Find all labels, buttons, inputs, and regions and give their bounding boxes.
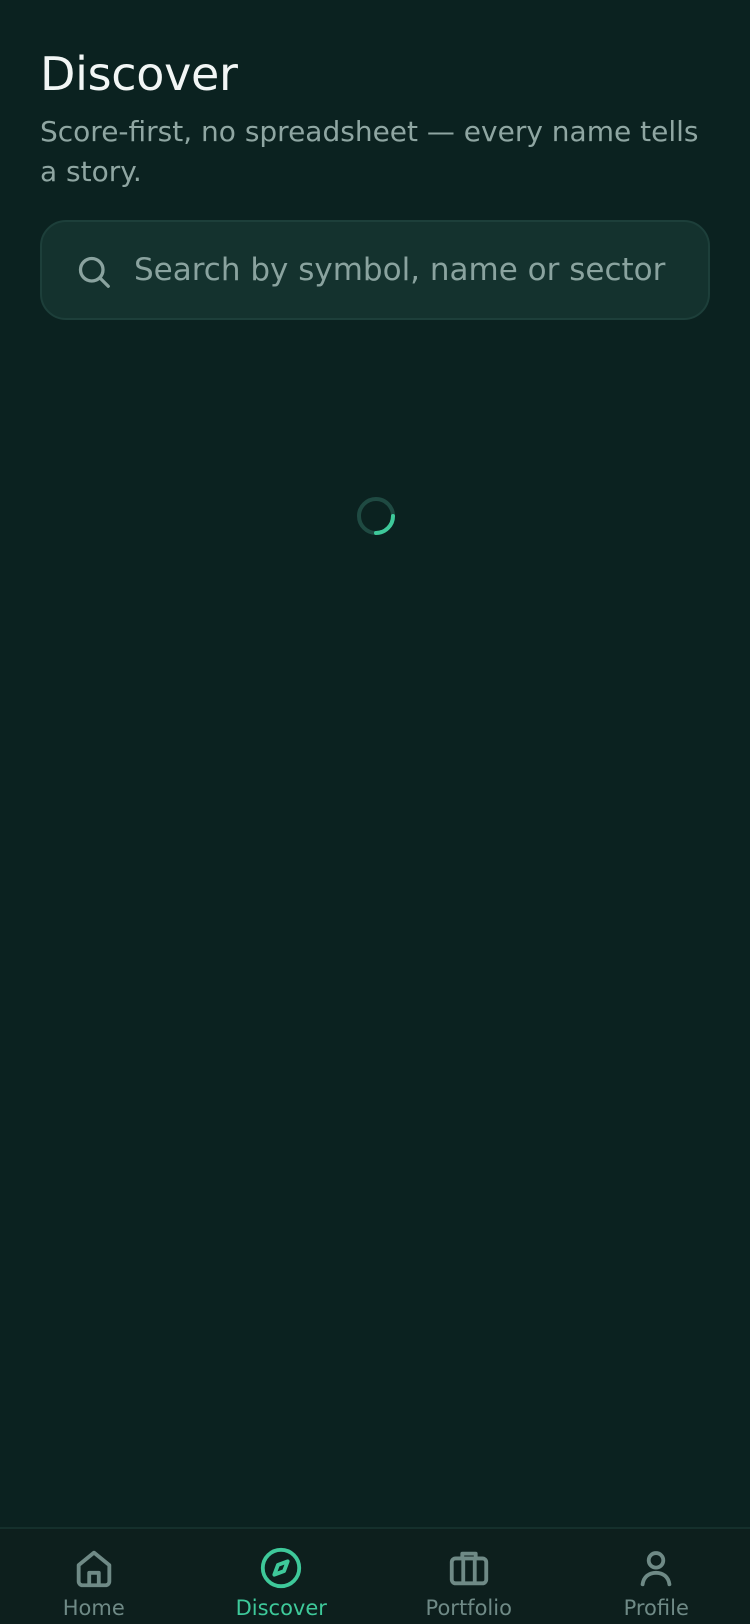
page-subtitle: Score-first, no spreadsheet — every name… bbox=[40, 115, 699, 188]
discover-screen: Discover Score-first, no spreadsheet — e… bbox=[0, 0, 750, 1624]
tab-profile-label: Profile bbox=[623, 1596, 689, 1620]
compass-icon bbox=[261, 1547, 302, 1589]
page-header: Discover Score-first, no spreadsheet — e… bbox=[40, 44, 710, 192]
user-icon bbox=[640, 1551, 672, 1587]
home-icon bbox=[76, 1550, 112, 1588]
tab-discover-label: Discover bbox=[235, 1596, 327, 1620]
tab-portfolio[interactable]: Portfolio bbox=[375, 1529, 563, 1624]
search-icon bbox=[78, 256, 110, 288]
tab-discover[interactable]: Discover bbox=[188, 1529, 376, 1624]
tab-profile[interactable]: Profile bbox=[563, 1529, 750, 1624]
tab-home-label: Home bbox=[62, 1596, 125, 1620]
page-title: Discover bbox=[40, 47, 238, 101]
tab-portfolio-label: Portfolio bbox=[425, 1596, 512, 1620]
loading-spinner-icon bbox=[357, 497, 395, 535]
tab-home[interactable]: Home bbox=[0, 1529, 188, 1624]
search-input[interactable] bbox=[134, 222, 684, 318]
search-bar[interactable] bbox=[40, 220, 710, 320]
briefcase-icon bbox=[449, 1551, 488, 1586]
bottom-tab-bar: Home Discover Portfolio Profile bbox=[0, 1527, 750, 1624]
